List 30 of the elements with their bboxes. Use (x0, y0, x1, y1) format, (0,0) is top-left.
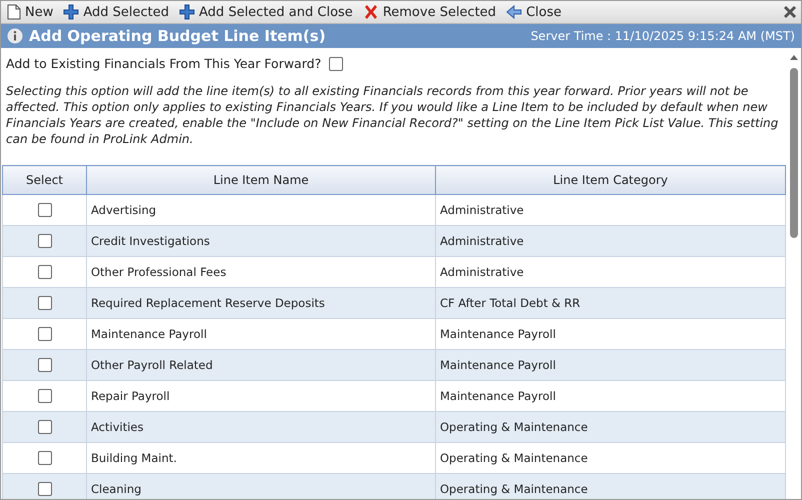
close-icon[interactable] (783, 5, 797, 19)
toolbar-button[interactable]: New (5, 4, 60, 20)
option-label: Add to Existing Financials From This Year Forward? (6, 56, 322, 71)
document-icon (7, 4, 21, 20)
dialog-title: Add Operating Budget Line Item(s) (29, 27, 327, 45)
checkbox[interactable] (38, 265, 52, 280)
toolbar-button[interactable]: Close (504, 4, 568, 20)
checkbox[interactable] (38, 234, 52, 248)
toolbar-button[interactable]: Add Selected (61, 4, 176, 20)
column-header[interactable]: Line Item Name (86, 166, 436, 194)
plus-icon (179, 4, 196, 20)
checkbox[interactable] (38, 420, 52, 434)
checkbox[interactable] (38, 389, 52, 404)
checkbox[interactable] (38, 358, 52, 372)
column-header[interactable]: Select (2, 166, 86, 194)
info-icon (7, 28, 23, 44)
left-arrow-icon (506, 5, 522, 19)
toolbar-button[interactable]: Remove Selected (360, 4, 502, 20)
checkbox[interactable] (329, 56, 344, 70)
server-time: Server Time : 11/10/2025 9:15:24 AM (MST) (530, 29, 795, 43)
column-header[interactable]: Line Item Category (436, 166, 786, 194)
close-icon (362, 4, 379, 20)
plus-icon (63, 4, 80, 20)
note-text: Selecting this option will add the line item(s) to all existing Financials records from this year forward. Prior years will not be affected. This option only applies to existing Financials Years. If you would like a Line Item to be included by default when new Financials Years are created, enable the "Include on New Financial Record?" setting on the Line Item Pick List Value. This setting can be found in ProLink Admin. (6, 83, 780, 147)
toolbar-button[interactable]: Add Selected and Close (177, 4, 359, 20)
checkbox[interactable] (38, 296, 52, 310)
checkbox[interactable] (38, 482, 52, 496)
checkbox[interactable] (38, 451, 52, 466)
checkbox[interactable] (38, 203, 52, 218)
checkbox[interactable] (38, 327, 52, 342)
